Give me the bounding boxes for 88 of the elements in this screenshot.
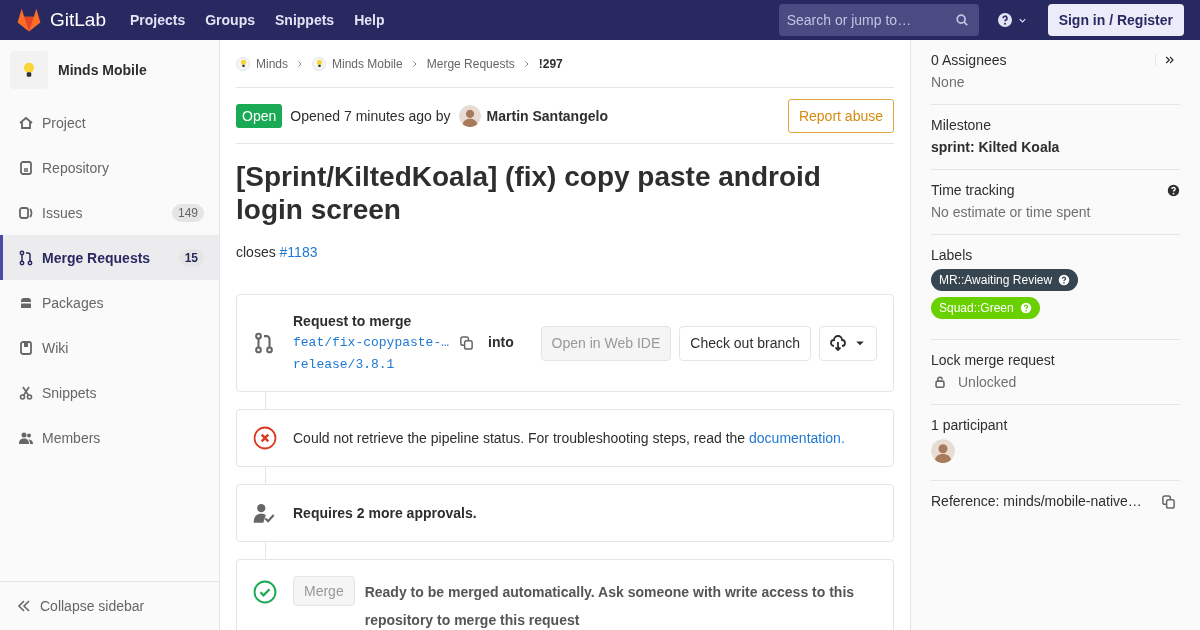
documentation-link[interactable]: documentation.: [749, 430, 845, 446]
author-link[interactable]: Martin Santangelo: [486, 107, 608, 124]
nav-link[interactable]: Help: [354, 12, 385, 28]
sign-in-button[interactable]: Sign in / Register: [1047, 4, 1184, 36]
sidebar-item-label: Repository: [42, 159, 110, 176]
branch-link[interactable]: feat/fix-copypaste-…: [293, 332, 450, 353]
action-button[interactable]: Check out branch: [679, 325, 811, 361]
description-text: closes #1183: [236, 244, 319, 260]
block-title: 1 participant: [931, 417, 1008, 433]
success-icon: [253, 580, 277, 604]
book-icon: [18, 339, 34, 356]
nav-link[interactable]: Projects: [130, 12, 186, 28]
help-dropdown[interactable]: [996, 12, 1028, 28]
merge-request-title: [Sprint/KiltedKoala] (fix) copy paste android login screen: [236, 160, 822, 226]
project-name[interactable]: Minds Mobile: [58, 62, 147, 78]
fox-logo-icon: [16, 7, 42, 33]
breadcrumb-link[interactable]: Minds Mobile: [332, 56, 403, 71]
double-chevron-left-icon: [16, 598, 32, 614]
block-title: Lock merge request: [931, 352, 1055, 368]
opened-text: Opened 7 minutes ago by: [290, 107, 451, 124]
label-tag[interactable]: MR::Awaiting Review: [931, 269, 1079, 291]
chevron-right-icon: [296, 59, 304, 68]
search-field[interactable]: Search or jump to…: [778, 4, 979, 36]
issue-link[interactable]: #1183: [279, 244, 318, 260]
sidebar-item-label: Packages: [42, 294, 105, 311]
count-badge: 149: [171, 203, 204, 222]
chevron-right-icon: [522, 59, 531, 68]
sidebar-item[interactable]: Wiki: [0, 325, 219, 370]
sidebar-item-label: Members: [42, 429, 102, 446]
pipeline-message: Could not retrieve the pipeline status. For troubleshooting steps, read the documentation.: [293, 429, 845, 448]
download-dropdown[interactable]: [819, 325, 877, 361]
sidebar-item[interactable]: Packages: [0, 280, 219, 325]
sidebar-item[interactable]: Members: [0, 415, 219, 460]
branch-link[interactable]: release/3.8.1: [293, 357, 395, 372]
sidebar-item[interactable]: Repository: [0, 145, 219, 190]
sidebar-item-label: Merge Requests: [42, 249, 152, 266]
status-badge: Open: [236, 103, 283, 128]
collapse-sidebar-button[interactable]: Collapse sidebar: [0, 581, 219, 630]
sidebar-item[interactable]: Issues 149: [0, 190, 219, 235]
brand-name[interactable]: GitLab: [50, 9, 106, 31]
sidebar-item-label: Wiki: [42, 339, 70, 356]
person-avatar: [931, 439, 955, 463]
help-icon: [1167, 183, 1180, 197]
help-icon: [996, 12, 1013, 28]
double-chevron-right-icon: [1164, 54, 1176, 66]
user-check-icon: [253, 502, 275, 524]
house-icon: [18, 114, 34, 131]
breadcrumb-link[interactable]: Minds: [256, 56, 288, 71]
block-title: 0 Assignees: [931, 52, 1007, 68]
help-icon: [1019, 302, 1032, 314]
block-title: Milestone: [931, 117, 991, 133]
sidebar-item-label: Snippets: [42, 384, 98, 401]
error-icon: [253, 426, 277, 450]
nav-link[interactable]: Groups: [205, 12, 255, 28]
assignee-value: None: [931, 74, 966, 90]
time-tracking-value: No estimate or time spent: [931, 204, 1092, 220]
breadcrumb-link[interactable]: !297: [538, 56, 563, 71]
sidebar-item[interactable]: Project: [0, 100, 219, 145]
block-title: Labels: [931, 247, 973, 263]
breadcrumb-link[interactable]: Merge Requests: [426, 56, 515, 71]
merge-request-icon: [18, 249, 34, 266]
help-icon: [1058, 274, 1071, 286]
sidebar-item[interactable]: Merge Requests 15: [0, 235, 219, 280]
milestone-link[interactable]: sprint: Kilted Koala: [931, 139, 1180, 155]
cloud-download-icon: [830, 335, 846, 351]
lock-status: Unlocked: [958, 374, 1017, 390]
scissors-icon: [18, 384, 34, 401]
sidebar-item[interactable]: Snippets: [0, 370, 219, 415]
sidebar-item-label: Issues: [42, 204, 84, 221]
merge-status-message: Ready to be merged automatically. Ask someone with write access to this repository to merge this request: [364, 583, 856, 630]
issue-icon: [18, 204, 34, 221]
nav-link[interactable]: Snippets: [275, 12, 335, 28]
sidebar-item-label: Project: [42, 114, 87, 131]
block-title: Time tracking: [931, 182, 1015, 198]
widget-title: Request to merge: [293, 312, 413, 331]
count-badge: 15: [178, 248, 204, 267]
approvals-message: Requires 2 more approvals.: [293, 504, 477, 523]
search-icon: [954, 13, 969, 27]
merge-request-icon: [253, 332, 275, 354]
copy-icon: [1161, 493, 1176, 509]
block-title: Reference: minds/mobile-native…: [931, 493, 1142, 509]
person-avatar: [458, 104, 481, 127]
into-label: into: [488, 333, 514, 352]
copy-icon: [459, 335, 475, 350]
lock-icon: [933, 375, 947, 389]
chevron-right-icon: [410, 59, 419, 68]
document-icon: [18, 159, 34, 176]
collapse-label: Collapse sidebar: [40, 598, 145, 614]
